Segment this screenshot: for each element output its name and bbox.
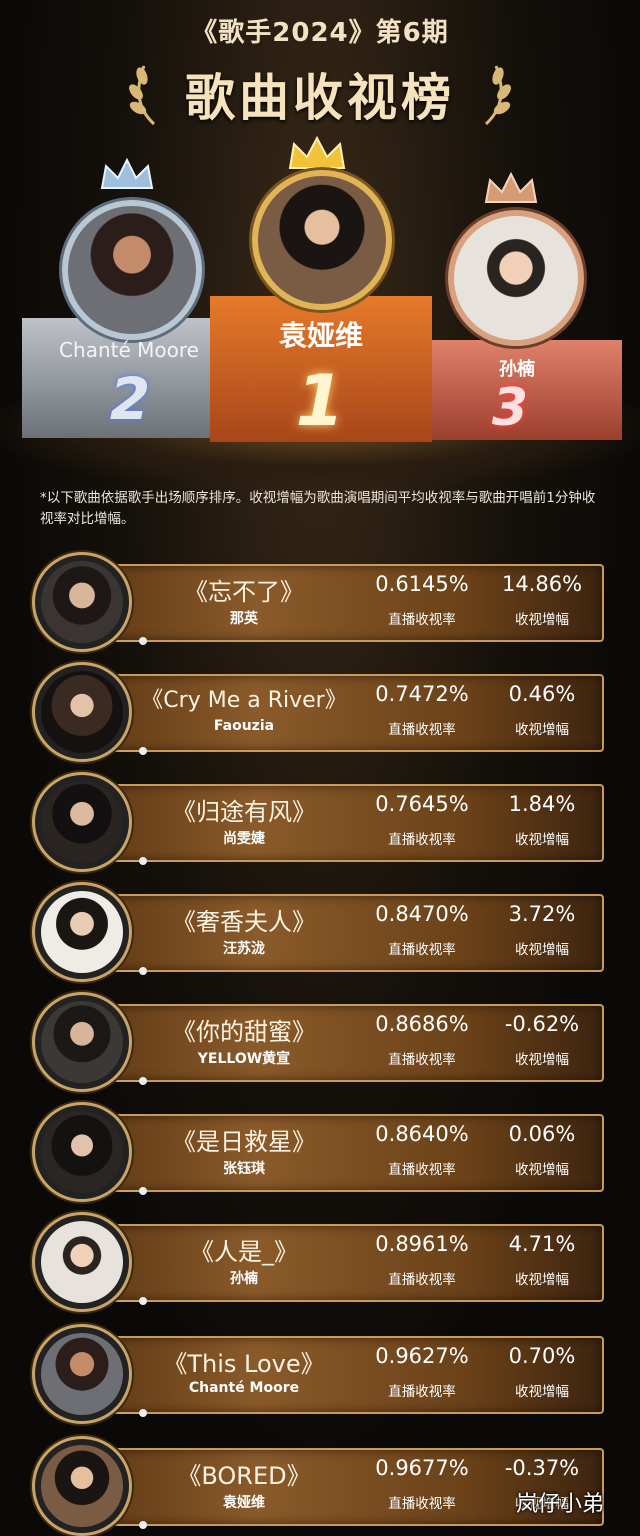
singer-name: 袁娅维 <box>223 1495 265 1511</box>
live-rating-label: 直播收视率 <box>388 942 456 958</box>
live-rating-value: 0.9627% <box>375 1344 469 1368</box>
live-rating-value: 0.9677% <box>375 1456 469 1480</box>
list-item: 《Cry Me a River》 Faouzia 0.7472% 0.46% 直… <box>0 662 640 762</box>
live-rating-label: 直播收视率 <box>388 722 456 738</box>
list-item: 《归途有风》 尚雯婕 0.7645% 1.84% 直播收视率 收视增幅 <box>0 772 640 872</box>
live-rating-label: 直播收视率 <box>388 1052 456 1068</box>
decor-pin-icon <box>120 1077 147 1085</box>
episode-title: 《歌手2024》第6期 <box>191 18 449 48</box>
rating-gain-value: 1.84% <box>508 792 576 816</box>
decor-pin-icon <box>120 1297 147 1305</box>
song-title: 《人是_》 <box>190 1238 298 1266</box>
avatar <box>32 1212 132 1312</box>
singer-name: 那英 <box>230 611 258 627</box>
rating-gain-value: 0.70% <box>508 1344 576 1368</box>
rating-gain-value: 0.46% <box>508 682 576 706</box>
singer-name: 汪苏泷 <box>223 941 265 957</box>
avatar <box>32 1436 132 1536</box>
live-rating-label: 直播收视率 <box>388 612 456 628</box>
rank-number-second: 2 <box>109 365 151 433</box>
live-rating-label: 直播收视率 <box>388 832 456 848</box>
page-title: 歌曲收视榜 <box>185 69 455 127</box>
live-rating-value: 0.8640% <box>375 1122 469 1146</box>
first-place-name: 袁娅维 <box>278 319 363 352</box>
avatar <box>32 992 132 1092</box>
decor-pin-icon <box>120 637 147 645</box>
rating-gain-label: 收视增幅 <box>515 1162 569 1178</box>
live-rating-value: 0.7645% <box>375 792 469 816</box>
live-rating-value: 0.6145% <box>375 572 469 596</box>
footnote: *以下歌曲依据歌手出场顺序排序。收视增幅为歌曲演唱期间平均收视率与歌曲开唱前1分… <box>40 490 596 527</box>
song-title: 《BORED》 <box>177 1462 311 1490</box>
decor-pin-icon <box>120 747 147 755</box>
second-place-name: Chanté Moore <box>59 338 199 362</box>
live-rating-label: 直播收视率 <box>388 1162 456 1178</box>
list-item: 《是日救星》 张钰琪 0.8640% 0.06% 直播收视率 收视增幅 <box>0 1102 640 1202</box>
laurel-right-icon <box>484 65 511 126</box>
live-rating-value: 0.8961% <box>375 1232 469 1256</box>
decor-pin-icon <box>120 857 147 865</box>
live-rating-value: 0.8470% <box>375 902 469 926</box>
live-rating-label: 直播收视率 <box>388 1496 456 1512</box>
singer-name: 尚雯婕 <box>223 831 265 847</box>
avatar <box>32 772 132 872</box>
avatar <box>32 1102 132 1202</box>
bronze-crown-icon <box>484 172 538 203</box>
live-rating-label: 直播收视率 <box>388 1272 456 1288</box>
rating-gain-label: 收视增幅 <box>515 832 569 848</box>
list-item: 《奢香夫人》 汪苏泷 0.8470% 3.72% 直播收视率 收视增幅 <box>0 882 640 982</box>
rating-gain-label: 收视增幅 <box>515 942 569 958</box>
singer-name: YELLOW黄宣 <box>197 1051 291 1067</box>
avatar <box>32 552 132 652</box>
rating-gain-value: 3.72% <box>508 902 576 926</box>
live-rating-label: 直播收视率 <box>388 1384 456 1400</box>
list-item: 《你的甜蜜》 YELLOW黄宣 0.8686% -0.62% 直播收视率 收视增… <box>0 992 640 1092</box>
rating-gain-value: 4.71% <box>508 1232 576 1256</box>
gold-crown-icon <box>288 136 346 169</box>
song-title: 《This Love》 <box>163 1350 325 1378</box>
avatar <box>32 882 132 982</box>
live-rating-value: 0.7472% <box>375 682 469 706</box>
decor-pin-icon <box>120 1409 147 1417</box>
rating-gain-value: 0.06% <box>508 1122 576 1146</box>
list-item: 《This Love》 Chanté Moore 0.9627% 0.70% 直… <box>0 1324 640 1424</box>
rating-gain-value: 14.86% <box>501 572 583 596</box>
rating-gain-label: 收视增幅 <box>515 1052 569 1068</box>
rank-number-third: 3 <box>491 378 529 438</box>
song-title: 《你的甜蜜》 <box>172 1018 316 1046</box>
avatar <box>32 662 132 762</box>
singer-name: 张钰琪 <box>223 1161 265 1177</box>
list-item: 《人是_》 孙楠 0.8961% 4.71% 直播收视率 收视增幅 <box>0 1212 640 1312</box>
song-title: 《是日救星》 <box>172 1128 316 1156</box>
rating-gain-value: -0.37% <box>504 1456 580 1480</box>
decor-pin-icon <box>120 967 147 975</box>
song-title: 《忘不了》 <box>184 578 304 606</box>
rank-number-first: 1 <box>295 360 345 442</box>
avatar <box>32 1324 132 1424</box>
rating-gain-label: 收视增幅 <box>515 1384 569 1400</box>
song-title: 《奢香夫人》 <box>172 908 316 936</box>
rating-gain-label: 收视增幅 <box>515 612 569 628</box>
live-rating-value: 0.8686% <box>375 1012 469 1036</box>
decor-pin-icon <box>120 1187 147 1195</box>
avatar-first-place <box>252 170 392 310</box>
singer-name: Chanté Moore <box>188 1380 300 1396</box>
rating-gain-label: 收视增幅 <box>515 1272 569 1288</box>
silver-crown-icon <box>100 158 154 189</box>
avatar-third-place <box>448 210 584 346</box>
song-title: 《Cry Me a River》 <box>141 688 347 713</box>
rating-gain-label: 收视增幅 <box>515 722 569 738</box>
singer-name: 孙楠 <box>230 1271 258 1287</box>
rating-gain-value: -0.62% <box>504 1012 580 1036</box>
watermark-text: 岚仔小弟 <box>516 1492 605 1517</box>
decor-pin-icon <box>120 1521 147 1529</box>
avatar-second-place <box>62 200 202 340</box>
song-title: 《归途有风》 <box>172 798 316 826</box>
singer-name: Faouzia <box>213 718 275 734</box>
list-item: 《忘不了》 那英 0.6145% 14.86% 直播收视率 收视增幅 <box>0 552 640 652</box>
